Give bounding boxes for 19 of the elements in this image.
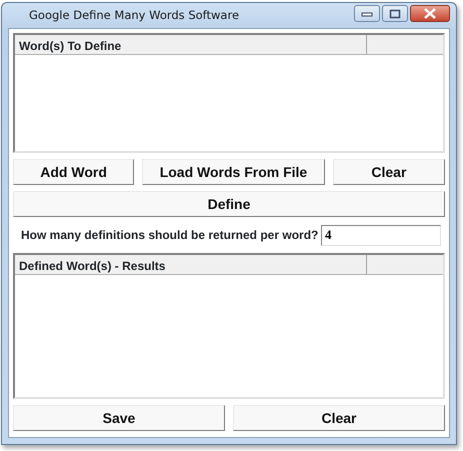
toolbar-button[interactable]: Clear — [332, 159, 445, 185]
column-header[interactable]: Word(s) To Define — [15, 35, 367, 54]
close-icon — [423, 8, 437, 19]
toolbar-button[interactable]: Add Word — [13, 159, 134, 185]
minimize-button[interactable] — [354, 5, 380, 22]
define-button[interactable]: Define — [13, 191, 445, 217]
definitions-count-label: How many definitions should be returned per word? — [21, 227, 318, 244]
definitions-count-field[interactable]: 4 — [321, 224, 441, 246]
maximize-button[interactable] — [382, 5, 408, 22]
action-button[interactable]: Clear — [233, 405, 445, 431]
window-title: Google Define Many Words Software — [28, 6, 240, 24]
toolbar-button[interactable]: Load Words From File — [142, 159, 325, 185]
minimize-icon — [361, 10, 373, 16]
maximize-icon — [389, 8, 401, 18]
results-list[interactable]: Defined Word(s) - Results — [13, 253, 445, 399]
column-header[interactable]: Defined Word(s) - Results — [15, 255, 367, 274]
close-button[interactable] — [410, 5, 450, 22]
word-list[interactable]: Word(s) To Define — [13, 33, 445, 153]
action-button[interactable]: Save — [13, 405, 225, 431]
